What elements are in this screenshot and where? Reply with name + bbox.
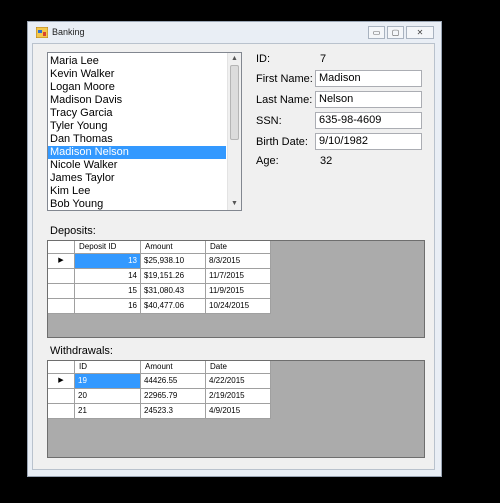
column-header[interactable]: Date (206, 241, 271, 254)
id-label: ID: (256, 53, 271, 65)
title-bar[interactable]: Banking ▭ ▢ ✕ (28, 22, 441, 44)
last-name-label: Last Name: (256, 94, 313, 106)
grid-corner-header[interactable] (48, 241, 75, 254)
customer-list-item[interactable]: Tyler Young (48, 120, 226, 133)
row-header[interactable] (48, 404, 75, 419)
ssn-label: SSN: (256, 115, 282, 127)
customer-list-item[interactable]: Bob Young (48, 198, 226, 210)
last-name-field[interactable]: Nelson (315, 91, 422, 108)
deposits-grid[interactable]: Deposit ID Amount Date ▶ 13 $25,938.10 8/3/201… (47, 240, 425, 338)
listbox-scrollbar[interactable]: ▲ ▼ (227, 53, 241, 210)
current-row-icon[interactable]: ▶ (48, 254, 75, 269)
grid-cell[interactable]: $40,477.06 (141, 299, 206, 314)
customer-list-item[interactable]: James Taylor (48, 172, 226, 185)
app-icon (36, 27, 48, 38)
row-header[interactable] (48, 284, 75, 299)
column-header[interactable]: Date (206, 361, 271, 374)
grid-cell[interactable]: 20 (75, 389, 141, 404)
id-value: 7 (320, 53, 327, 65)
first-name-label: First Name: (256, 73, 313, 85)
grid-cell[interactable]: $25,938.10 (141, 254, 206, 269)
scroll-thumb[interactable] (230, 65, 239, 140)
customer-list-item[interactable]: Madison Davis (48, 94, 226, 107)
grid-cell[interactable]: 11/9/2015 (206, 284, 271, 299)
row-header[interactable] (48, 269, 75, 284)
current-row-icon[interactable]: ▶ (48, 374, 75, 389)
deposits-label: Deposits: (50, 225, 96, 237)
first-name-field[interactable]: Madison (315, 70, 422, 87)
customer-list-item[interactable]: Kevin Walker (48, 68, 226, 81)
grid-cell[interactable]: 14 (75, 269, 141, 284)
customer-listbox[interactable]: Maria Lee Kevin Walker Logan Moore Madison … (47, 52, 242, 211)
grid-cell[interactable]: 22965.79 (141, 389, 206, 404)
grid-corner-header[interactable] (48, 361, 75, 374)
grid-cell[interactable]: 2/19/2015 (206, 389, 271, 404)
customer-list-item[interactable]: Nicole Walker (48, 159, 226, 172)
grid-cell[interactable]: $19,151.26 (141, 269, 206, 284)
row-header[interactable] (48, 389, 75, 404)
column-header[interactable]: Amount (141, 241, 206, 254)
scroll-up-icon[interactable]: ▲ (228, 53, 241, 65)
birth-date-field[interactable]: 9/10/1982 (315, 133, 422, 150)
customer-list-item[interactable]: Kim Lee (48, 185, 226, 198)
grid-cell[interactable]: 4/9/2015 (206, 404, 271, 419)
customer-list-item[interactable]: Madison Nelson (48, 146, 226, 159)
grid-cell[interactable]: 19 (75, 374, 141, 389)
grid-cell[interactable]: 4/22/2015 (206, 374, 271, 389)
birth-date-label: Birth Date: (256, 136, 308, 148)
grid-cell[interactable]: $31,080.43 (141, 284, 206, 299)
grid-cell[interactable]: 44426.55 (141, 374, 206, 389)
grid-cell[interactable]: 10/24/2015 (206, 299, 271, 314)
scroll-down-icon[interactable]: ▼ (228, 198, 241, 210)
grid-cell[interactable]: 13 (75, 254, 141, 269)
window-title: Banking (52, 27, 85, 37)
customer-list-item[interactable]: Logan Moore (48, 81, 226, 94)
grid-cell[interactable]: 15 (75, 284, 141, 299)
grid-cell[interactable]: 8/3/2015 (206, 254, 271, 269)
customer-list-item[interactable]: Dan Thomas (48, 133, 226, 146)
grid-cell[interactable]: 24523.3 (141, 404, 206, 419)
ssn-field[interactable]: 635-98-4609 (315, 112, 422, 129)
age-value: 32 (320, 155, 333, 167)
maximize-button[interactable]: ▢ (387, 26, 404, 39)
grid-cell[interactable]: 11/7/2015 (206, 269, 271, 284)
minimize-button[interactable]: ▭ (368, 26, 385, 39)
row-header[interactable] (48, 299, 75, 314)
age-label: Age: (256, 155, 279, 167)
withdrawals-grid[interactable]: ID Amount Date ▶ 19 44426.55 4/22/2015 20 22965.… (47, 360, 425, 458)
withdrawals-label: Withdrawals: (50, 345, 113, 357)
customer-list-item[interactable]: Maria Lee (48, 55, 226, 68)
grid-cell[interactable]: 16 (75, 299, 141, 314)
close-button[interactable]: ✕ (406, 26, 434, 39)
column-header[interactable]: Deposit ID (75, 241, 141, 254)
column-header[interactable]: ID (75, 361, 141, 374)
customer-list-item[interactable]: Tracy Garcia (48, 107, 226, 120)
column-header[interactable]: Amount (141, 361, 206, 374)
grid-cell[interactable]: 21 (75, 404, 141, 419)
